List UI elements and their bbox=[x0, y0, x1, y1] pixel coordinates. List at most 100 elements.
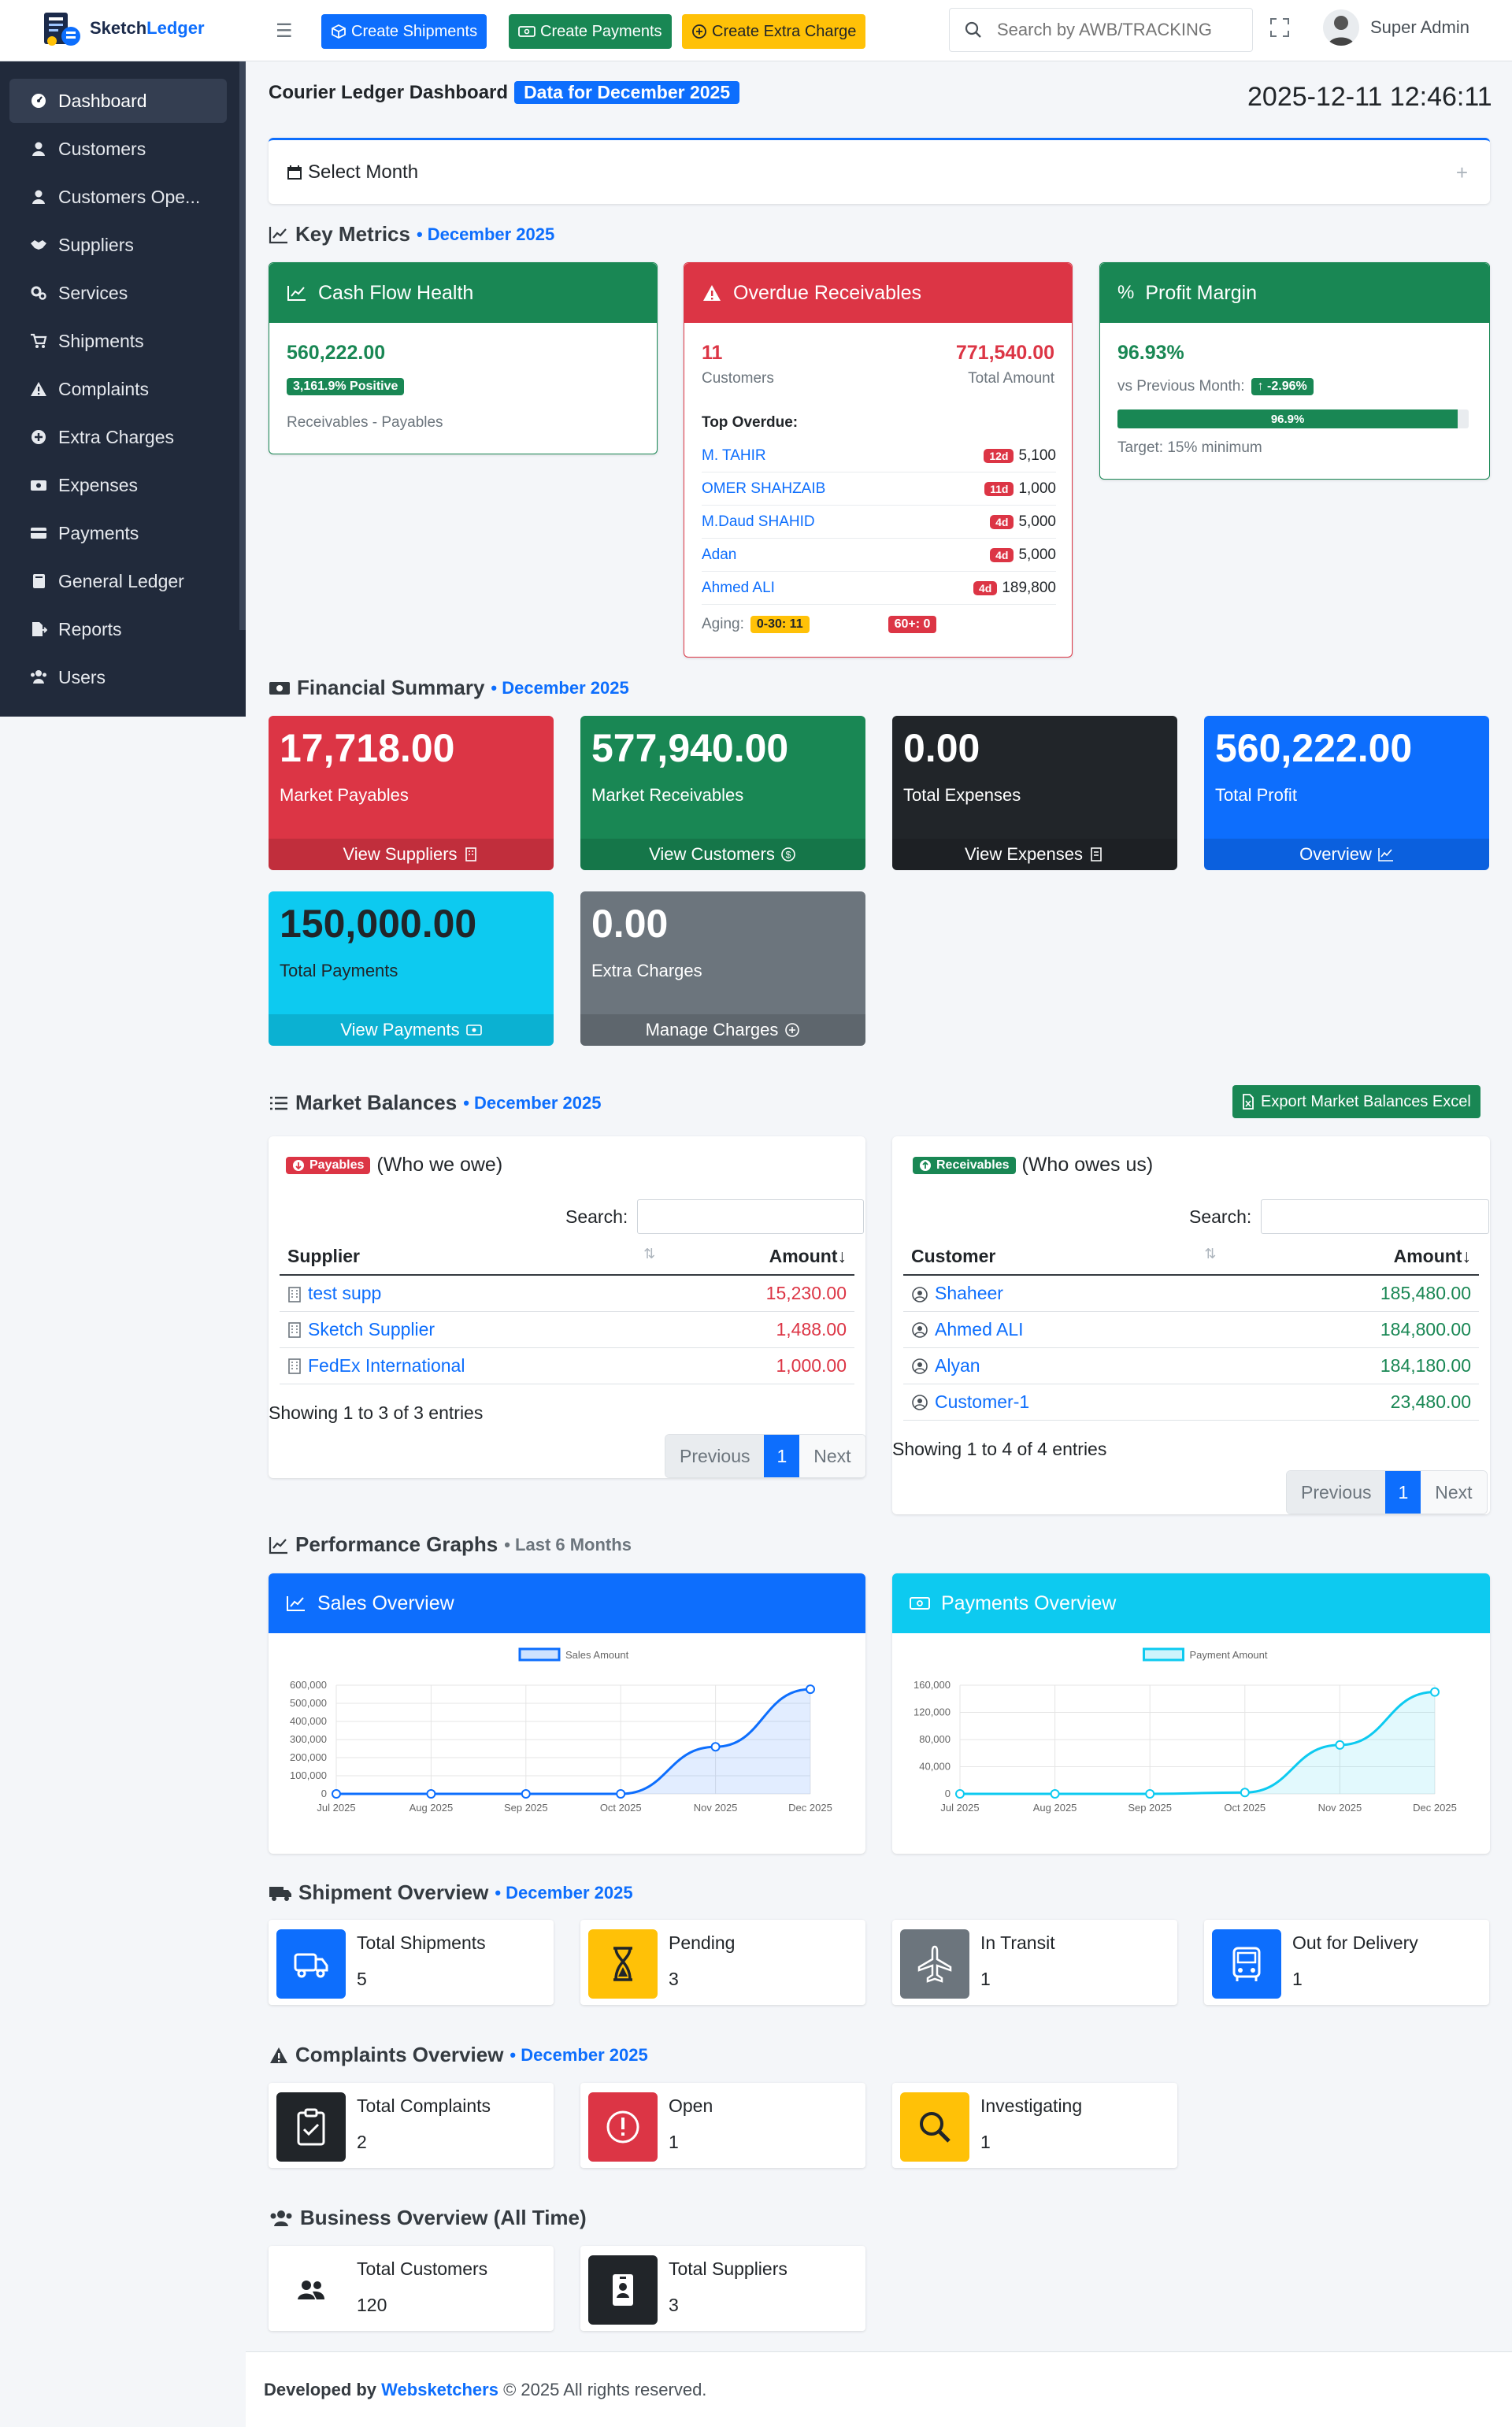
overdue-customer-link[interactable]: Adan bbox=[702, 547, 736, 564]
financial-card-value: 150,000.00 bbox=[280, 902, 477, 946]
financial-card-link[interactable]: View Expenses bbox=[892, 839, 1177, 870]
sidebar-item-complaints[interactable]: Complaints bbox=[9, 367, 227, 411]
create-payments-button[interactable]: Create Payments bbox=[509, 14, 672, 49]
data-point[interactable] bbox=[1145, 1789, 1155, 1799]
create-shipments-button[interactable]: Create Shipments bbox=[321, 14, 487, 49]
data-point[interactable] bbox=[1050, 1789, 1060, 1799]
business-overview-title: Business Overview (All Time) bbox=[300, 2206, 587, 2229]
period-badge: Data for December 2025 bbox=[514, 81, 740, 104]
entity-link[interactable]: FedEx International bbox=[308, 1355, 465, 1376]
cash-flow-card: Cash Flow Health 560,222.00 3,161.9% Pos… bbox=[269, 262, 658, 454]
cash-flow-badge: 3,161.9% Positive bbox=[287, 378, 405, 395]
cash-icon bbox=[910, 1597, 930, 1610]
select-month-panel[interactable]: Select Month + bbox=[269, 138, 1490, 204]
customer-column-header[interactable]: Customer ⇅ bbox=[903, 1239, 1225, 1276]
data-point[interactable] bbox=[710, 1742, 721, 1752]
awb-search-box[interactable] bbox=[949, 8, 1253, 52]
truck-icon bbox=[276, 1929, 346, 1999]
overdue-header: Overdue Receivables bbox=[684, 263, 1072, 323]
footer: Developed by Websketchers © 2025 All rig… bbox=[246, 2351, 1512, 2427]
fullscreen-icon[interactable] bbox=[1269, 17, 1290, 38]
supplier-header-label: Supplier bbox=[287, 1246, 361, 1266]
financial-card-link[interactable]: View Payments bbox=[269, 1014, 554, 1046]
overdue-customer-link[interactable]: OMER SHAHZAIB bbox=[702, 480, 825, 498]
sidebar-item-reports[interactable]: Reports bbox=[9, 607, 227, 651]
sidebar-item-users[interactable]: Users bbox=[9, 655, 227, 699]
entity-link[interactable]: Alyan bbox=[935, 1355, 980, 1376]
payables-page-1[interactable]: 1 bbox=[764, 1435, 800, 1477]
financial-card-label: Market Payables bbox=[280, 785, 409, 805]
financial-card-link[interactable]: Manage Charges bbox=[580, 1014, 865, 1046]
data-point[interactable] bbox=[616, 1789, 626, 1799]
entity-link[interactable]: Sketch Supplier bbox=[308, 1319, 435, 1339]
credit-card-icon bbox=[30, 524, 47, 542]
receivables-prev-button[interactable]: Previous bbox=[1287, 1471, 1386, 1514]
payables-prev-button[interactable]: Previous bbox=[665, 1435, 765, 1477]
data-point[interactable] bbox=[1335, 1740, 1345, 1750]
sidebar-item-customers-ope[interactable]: Customers Ope... bbox=[9, 175, 227, 219]
chart-legend[interactable]: Sales Amount bbox=[518, 1647, 629, 1662]
y-tick-label: 300,000 bbox=[290, 1733, 327, 1745]
info-box-value: 2 bbox=[357, 2132, 367, 2152]
warning-icon bbox=[703, 285, 721, 301]
financial-card-total-profit: 560,222.00 Total Profit Overview bbox=[1204, 716, 1489, 870]
data-point[interactable] bbox=[1240, 1788, 1250, 1798]
x-tick-label: Oct 2025 bbox=[1224, 1802, 1266, 1814]
page-title: Courier Ledger Dashboard Data for Decemb… bbox=[269, 81, 740, 104]
entity-link[interactable]: Shaheer bbox=[935, 1283, 1003, 1303]
data-point[interactable] bbox=[955, 1789, 965, 1799]
data-point[interactable] bbox=[426, 1789, 436, 1799]
entity-link[interactable]: Customer-1 bbox=[935, 1391, 1029, 1412]
receivables-search-input[interactable] bbox=[1261, 1199, 1490, 1234]
financial-card-link[interactable]: View Suppliers bbox=[269, 839, 554, 870]
payables-table: Supplier ⇅ Amount↓ test supp 15,230.00 Sket… bbox=[280, 1239, 854, 1384]
supplier-column-header[interactable]: Supplier ⇅ bbox=[280, 1239, 664, 1276]
user-menu[interactable]: Super Admin bbox=[1323, 9, 1469, 46]
data-point[interactable] bbox=[806, 1684, 815, 1695]
overdue-customer-link[interactable]: M. TAHIR bbox=[702, 447, 766, 465]
create-extra-charge-label: Create Extra Charge bbox=[712, 22, 857, 40]
financial-card-link[interactable]: Overview bbox=[1204, 839, 1489, 870]
receivables-page-1[interactable]: 1 bbox=[1385, 1471, 1421, 1514]
footer-company-link[interactable]: Websketchers bbox=[381, 2380, 498, 2400]
awb-search-input[interactable] bbox=[997, 20, 1233, 40]
info-box-label: Total Customers bbox=[357, 2258, 488, 2279]
financial-card-link[interactable]: View Customers $ bbox=[580, 839, 865, 870]
menu-toggle-icon[interactable]: ☰ bbox=[276, 20, 293, 43]
sidebar-item-shipments[interactable]: Shipments bbox=[9, 319, 227, 363]
info-box-label: Out for Delivery bbox=[1292, 1932, 1418, 1953]
chart-legend[interactable]: Payment Amount bbox=[1143, 1647, 1268, 1662]
export-market-balances-button[interactable]: Export Market Balances Excel bbox=[1232, 1085, 1480, 1118]
sidebar-scrollbar[interactable] bbox=[239, 61, 246, 630]
data-point[interactable] bbox=[332, 1789, 341, 1799]
data-point[interactable] bbox=[1430, 1687, 1440, 1697]
sidebar-item-expenses[interactable]: Expenses bbox=[9, 463, 227, 507]
sidebar-item-dashboard[interactable]: Dashboard bbox=[9, 79, 227, 123]
sidebar-item-services[interactable]: Services bbox=[9, 271, 227, 315]
x-tick-label: Nov 2025 bbox=[1318, 1802, 1362, 1814]
key-metrics-heading: Key Metrics • December 2025 bbox=[269, 222, 554, 246]
sidebar-item-extra-charges[interactable]: Extra Charges bbox=[9, 415, 227, 459]
sidebar-item-customers[interactable]: Customers bbox=[9, 127, 227, 171]
overdue-customer-link[interactable]: Ahmed ALI bbox=[702, 580, 775, 597]
cart-icon bbox=[30, 332, 47, 350]
overdue-customer-link[interactable]: M.Daud SHAHID bbox=[702, 513, 815, 531]
amount-column-header[interactable]: Amount↓ bbox=[1224, 1239, 1479, 1276]
payables-card: Payables (Who we owe) Search: Supplier ⇅ … bbox=[269, 1136, 866, 1478]
brand-logo[interactable]: SketchLedger bbox=[38, 5, 205, 52]
data-point[interactable] bbox=[521, 1789, 531, 1799]
amount-column-header[interactable]: Amount↓ bbox=[663, 1239, 854, 1276]
sidebar-item-payments[interactable]: Payments bbox=[9, 511, 227, 555]
entity-link[interactable]: Ahmed ALI bbox=[935, 1319, 1024, 1339]
sidebar-item-general-ledger[interactable]: General Ledger bbox=[9, 559, 227, 603]
payables-next-button[interactable]: Next bbox=[799, 1435, 865, 1477]
entity-link[interactable]: test supp bbox=[308, 1283, 381, 1303]
sidebar-item-suppliers[interactable]: Suppliers bbox=[9, 223, 227, 267]
y-tick-label: 500,000 bbox=[290, 1697, 327, 1709]
create-extra-charge-button[interactable]: Create Extra Charge bbox=[682, 14, 866, 49]
receivables-next-button[interactable]: Next bbox=[1421, 1471, 1487, 1514]
expand-plus-icon[interactable]: + bbox=[1456, 161, 1468, 185]
financial-card-value: 0.00 bbox=[591, 902, 669, 946]
amount-cell: 185,480.00 bbox=[1224, 1275, 1479, 1312]
payables-search-input[interactable] bbox=[637, 1199, 865, 1234]
